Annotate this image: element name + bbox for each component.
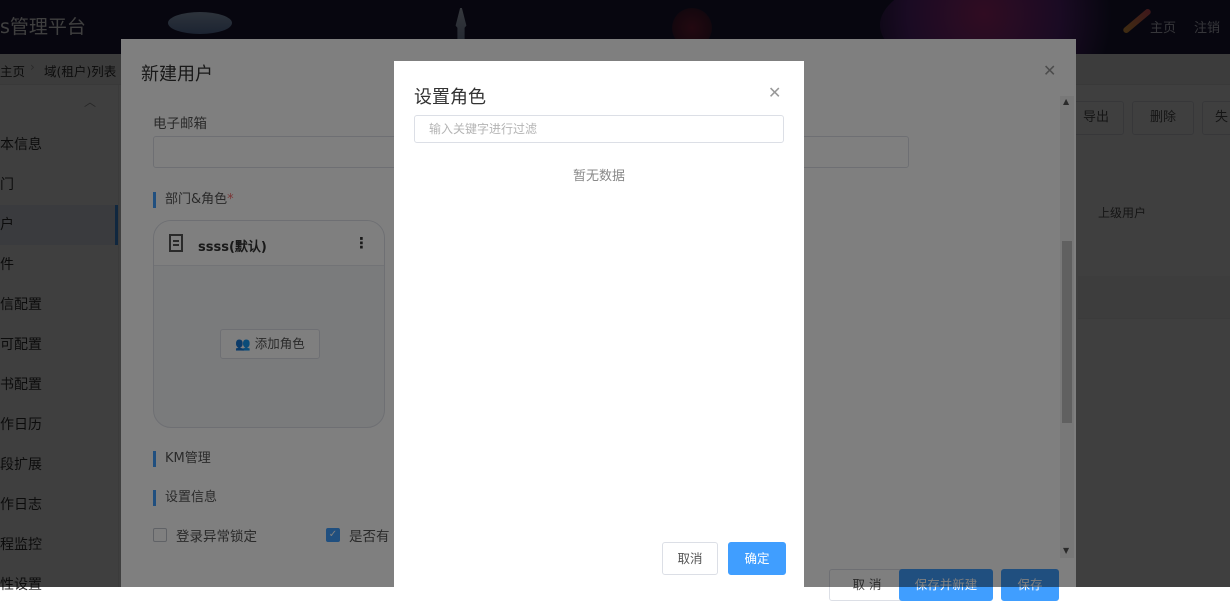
cancel-button[interactable]: 取消 (662, 542, 718, 575)
empty-state-text: 暂无数据 (572, 169, 625, 184)
close-icon[interactable]: ✕ (768, 83, 781, 102)
dialog-title: 设置角色 (414, 87, 486, 108)
role-filter-input[interactable] (414, 115, 784, 143)
confirm-button[interactable]: 确定 (728, 542, 786, 575)
set-role-dialog: 设置角色 ✕ 暂无数据 取消 确定 (394, 61, 804, 587)
